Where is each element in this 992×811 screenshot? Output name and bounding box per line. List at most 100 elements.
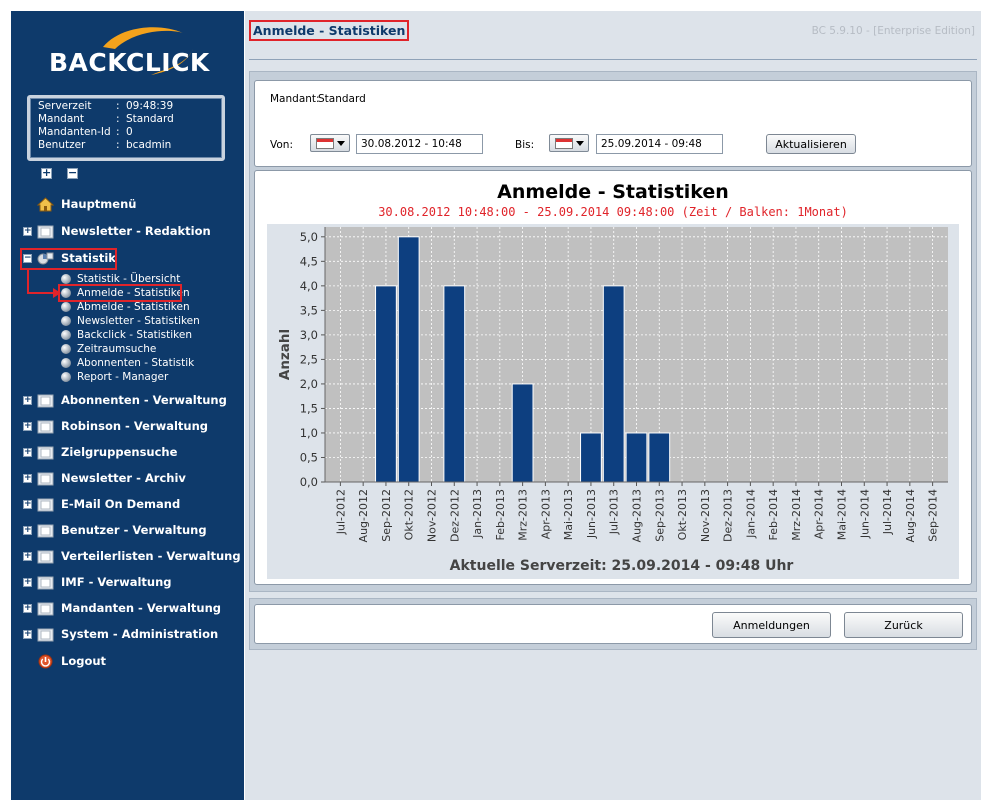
sub-abonnenten-statistik[interactable]: Abonnenten - Statistik <box>61 356 194 370</box>
x-tick-label: Feb-2013 <box>494 489 507 540</box>
x-tick-label: Nov-2013 <box>699 489 712 542</box>
folder-icon <box>37 446 54 459</box>
x-tick-label: Jul-2013 <box>608 489 621 535</box>
calendar-icon <box>555 138 573 149</box>
sub-newsletter-statistiken[interactable]: Newsletter - Statistiken <box>61 314 200 328</box>
x-tick-label: Mrz-2013 <box>517 489 530 541</box>
x-tick-label: Dez-2012 <box>448 489 461 542</box>
anmeldungen-button[interactable]: Anmeldungen <box>712 612 831 638</box>
expand-icon[interactable]: + <box>23 551 32 561</box>
bullet-icon <box>61 358 71 368</box>
x-tick-label: Feb-2014 <box>767 489 780 540</box>
aktualisieren-button[interactable]: Aktualisieren <box>766 134 856 154</box>
nav-logout[interactable]: Logout <box>37 652 106 670</box>
version-label: BC 5.9.10 - [Enterprise Edition] <box>811 25 975 37</box>
bis-calendar-button[interactable] <box>549 134 589 152</box>
bar <box>375 285 397 483</box>
backclick-logo: BACKCLICK <box>11 21 244 81</box>
expand-all-icon[interactable]: + <box>41 167 52 179</box>
chart-box: Anmelde - Statistiken 30.08.2012 10:48:00… <box>254 170 972 585</box>
nav-email-on-demand[interactable]: + E-Mail On Demand <box>23 495 180 513</box>
expand-icon[interactable]: + <box>23 577 32 587</box>
expand-icon[interactable]: + <box>23 629 32 639</box>
power-icon <box>38 654 53 668</box>
nav-robinson-verwaltung[interactable]: + Robinson - Verwaltung <box>23 417 208 435</box>
bullet-icon <box>61 372 71 382</box>
x-tick-label: Apr-2014 <box>813 489 826 539</box>
nav-system-administration[interactable]: + System - Administration <box>23 625 218 643</box>
nav-benutzer-verwaltung[interactable]: + Benutzer - Verwaltung <box>23 521 207 539</box>
x-tick-label: Mai-2014 <box>836 489 849 540</box>
bar <box>580 432 602 483</box>
folder-icon <box>37 628 54 641</box>
bis-date-input[interactable] <box>596 134 723 154</box>
x-axis-label: Aktuelle Serverzeit: 25.09.2014 - 09:48 … <box>450 558 794 574</box>
bar <box>511 383 534 483</box>
y-axis-label: Anzahl <box>277 329 293 380</box>
calendar-icon <box>316 138 334 149</box>
x-tick-label: Jan-2013 <box>471 489 484 539</box>
x-tick-label: Mrz-2014 <box>790 489 803 541</box>
nav-imf-verwaltung[interactable]: + IMF - Verwaltung <box>23 573 172 591</box>
x-tick-label: Sep-2014 <box>927 489 940 542</box>
nav-zielgruppensuche[interactable]: + Zielgruppensuche <box>23 443 177 461</box>
x-tick-label: Dez-2013 <box>722 489 735 542</box>
x-tick-label: Okt-2012 <box>403 489 416 540</box>
expand-icon[interactable]: + <box>23 603 32 613</box>
info-row-serverzeit: Serverzeit:09:48:39 <box>38 100 174 112</box>
dropdown-arrow-icon <box>576 141 584 146</box>
nav-hauptmenue[interactable]: Hauptmenü <box>37 195 136 213</box>
statistics-panel: Mandant: Standard Von: Bis: Aktualisiere… <box>249 71 977 592</box>
nav-verteilerlisten-verwaltung[interactable]: + Verteilerlisten - Verwaltung <box>23 547 241 565</box>
bullet-icon <box>61 316 71 326</box>
page-title: Anmelde - Statistiken <box>249 20 410 41</box>
expand-icon[interactable]: + <box>23 473 32 483</box>
x-tick-label: Jan-2014 <box>744 489 757 539</box>
expand-icon[interactable]: + <box>23 226 32 236</box>
folder-icon <box>37 472 54 485</box>
expand-icon[interactable]: + <box>23 395 32 405</box>
sub-report-manager[interactable]: Report - Manager <box>61 370 168 384</box>
session-info-box: Serverzeit:09:48:39 Mandant: Standard Man… <box>27 95 225 161</box>
sub-abmelde-statistiken[interactable]: Abmelde - Statistiken <box>61 300 190 314</box>
bar <box>625 432 648 483</box>
x-tick-label: Okt-2013 <box>676 489 689 540</box>
x-tick-label: Jun-2013 <box>585 489 598 539</box>
y-tick-label: 1,0 <box>300 426 318 440</box>
x-tick-label: Jul-2012 <box>334 489 347 535</box>
action-bar: Anmeldungen Zurück <box>254 604 972 644</box>
zurueck-button[interactable]: Zurück <box>844 612 963 638</box>
sub-backclick-statistiken[interactable]: Backclick - Statistiken <box>61 328 192 342</box>
sub-zeitraumsuche[interactable]: Zeitraumsuche <box>61 342 156 356</box>
x-tick-label: Apr-2013 <box>539 489 552 539</box>
bullet-icon <box>61 344 71 354</box>
chart-subtitle: 30.08.2012 10:48:00 - 25.09.2014 09:48:0… <box>378 205 848 219</box>
y-tick-label: 0,0 <box>300 475 318 489</box>
nav-mandanten-verwaltung[interactable]: + Mandanten - Verwaltung <box>23 599 221 617</box>
von-calendar-button[interactable] <box>310 134 350 152</box>
y-tick-label: 0,5 <box>300 450 318 464</box>
dropdown-arrow-icon <box>337 141 345 146</box>
bar <box>648 432 671 483</box>
nav-abonnenten-verwaltung[interactable]: + Abonnenten - Verwaltung <box>23 391 227 409</box>
sidebar: BACKCLICK Serverzeit:09:48:39 Mandant: St… <box>11 11 244 800</box>
expand-icon[interactable]: + <box>23 525 32 535</box>
bullet-icon <box>61 302 71 312</box>
x-tick-label: Nov-2012 <box>426 489 439 542</box>
collapse-all-icon[interactable]: − <box>67 167 78 179</box>
highlight-statistik <box>20 248 117 270</box>
nav-newsletter-redaktion[interactable]: + Newsletter - Redaktion <box>23 222 211 240</box>
nav-newsletter-archiv[interactable]: + Newsletter - Archiv <box>23 469 186 487</box>
expand-icon[interactable]: + <box>23 447 32 457</box>
divider <box>249 59 977 60</box>
x-tick-label: Aug-2012 <box>357 489 370 542</box>
bar-chart: Anmelde - Statistiken 30.08.2012 10:48:00… <box>261 174 965 582</box>
x-tick-label: Sep-2013 <box>653 489 666 542</box>
x-tick-label: Mai-2013 <box>562 489 575 540</box>
bar <box>443 285 466 483</box>
x-tick-label: Jun-2014 <box>858 489 871 539</box>
von-date-input[interactable] <box>356 134 483 154</box>
expand-icon[interactable]: + <box>23 421 32 431</box>
expand-icon[interactable]: + <box>23 499 32 509</box>
bis-label: Bis: <box>515 139 535 151</box>
